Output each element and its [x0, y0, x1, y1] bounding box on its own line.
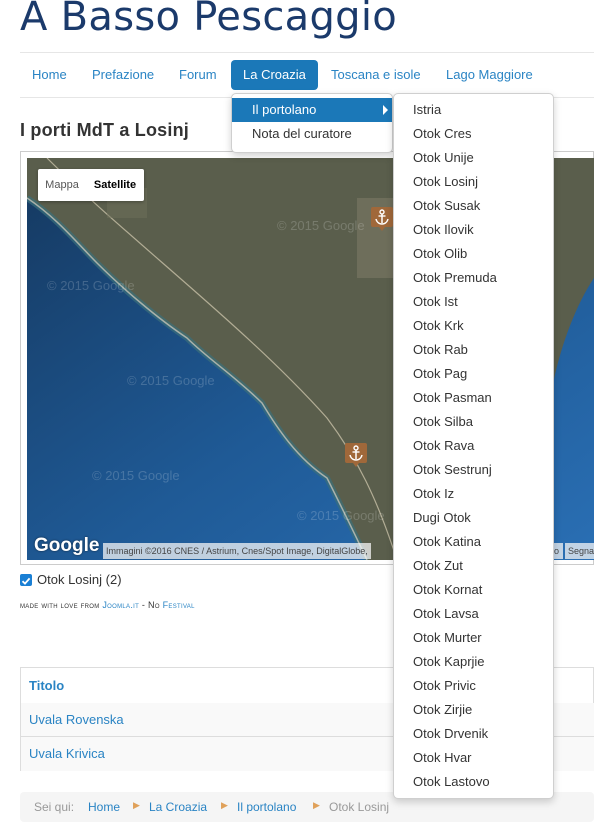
submenu-item[interactable]: Otok Rab	[394, 338, 553, 362]
submenu-item[interactable]: Otok Krk	[394, 314, 553, 338]
anchor-icon[interactable]	[370, 206, 394, 232]
breadcrumb-home[interactable]: Home	[88, 800, 120, 814]
breadcrumb-separator-icon: ▶	[133, 800, 140, 810]
map-type-mappa-button[interactable]: Mappa	[38, 169, 86, 201]
map-watermark: © 2015 Google	[277, 218, 365, 233]
menu-item-label: Il portolano	[252, 102, 317, 117]
submenu-item[interactable]: Otok Unije	[394, 146, 553, 170]
submenu-item[interactable]: Otok Drvenik	[394, 722, 553, 746]
row-link[interactable]: Uvala Rovenska	[29, 712, 124, 727]
portolano-submenu: Istria Otok Cres Otok Unije Otok Losinj Otok…	[393, 93, 554, 799]
submenu-item[interactable]: Otok Kaprjie	[394, 650, 553, 674]
breadcrumb-current: Otok Losinj	[329, 800, 390, 814]
map-watermark: © 2015 Google	[92, 468, 180, 483]
map-watermark: © 2015 Google	[297, 508, 385, 523]
submenu-item[interactable]: Otok Ilovik	[394, 218, 553, 242]
breadcrumb-la-croazia[interactable]: La Croazia	[149, 800, 207, 814]
row-link[interactable]: Uvala Krivica	[29, 746, 105, 761]
site-title[interactable]: A Basso Pescaggio	[20, 0, 397, 40]
map-attribution-link[interactable]: Segna	[565, 543, 594, 559]
footer-credit: made with love from Joomla.it - No Festi…	[20, 600, 195, 610]
checkbox-checked[interactable]	[20, 574, 32, 586]
submenu-item[interactable]: Istria	[394, 98, 553, 122]
map-attribution: Immagini ©2016 CNES / Astrium, Cnes/Spot…	[103, 543, 371, 559]
submenu-item[interactable]: Otok Hvar	[394, 746, 553, 770]
submenu-item[interactable]: Otok Premuda	[394, 266, 553, 290]
breadcrumb-label: Sei qui:	[34, 800, 75, 814]
submenu-item[interactable]: Otok Murter	[394, 626, 553, 650]
festival-link[interactable]: Festival	[163, 600, 195, 610]
map-watermark: © 2015 Google	[47, 278, 135, 293]
submenu-item[interactable]: Otok Pasman	[394, 386, 553, 410]
breadcrumb-il-portolano[interactable]: Il portolano	[237, 800, 296, 814]
menu-item-il-portolano[interactable]: Il portolano	[232, 98, 392, 122]
submenu-item[interactable]: Otok Zut	[394, 554, 553, 578]
map-type-control: Mappa Satellite	[38, 169, 144, 201]
submenu-item[interactable]: Otok Privic	[394, 674, 553, 698]
credit-separator: -	[141, 600, 146, 610]
page-title: I porti MdT a Losinj	[20, 120, 189, 140]
submenu-item[interactable]: Otok Ist	[394, 290, 553, 314]
breadcrumb-separator-icon: ▶	[313, 800, 320, 810]
column-header-titolo[interactable]: Titolo	[29, 678, 64, 693]
submenu-item[interactable]: Otok Lavsa	[394, 602, 553, 626]
credit-no: No	[148, 600, 160, 610]
submenu-item[interactable]: Otok Lastovo	[394, 770, 553, 794]
submenu-item[interactable]: Otok Iz	[394, 482, 553, 506]
la-croazia-dropdown: Il portolano Nota del curatore	[231, 93, 393, 153]
map-type-satellite-button[interactable]: Satellite	[88, 169, 142, 201]
nav-item-forum[interactable]: Forum	[167, 60, 229, 90]
submenu-item[interactable]: Otok Pag	[394, 362, 553, 386]
nav-item-prefazione[interactable]: Prefazione	[80, 60, 166, 90]
submenu-item[interactable]: Otok Cres	[394, 122, 553, 146]
breadcrumb-separator-icon: ▶	[221, 800, 228, 810]
google-logo[interactable]: Google	[34, 535, 99, 557]
nav-item-toscana[interactable]: Toscana e isole	[319, 60, 433, 90]
nav-item-home[interactable]: Home	[20, 60, 79, 90]
submenu-item[interactable]: Otok Losinj	[394, 170, 553, 194]
nav-item-lago-maggiore[interactable]: Lago Maggiore	[434, 60, 545, 90]
joomla-link[interactable]: Joomla.it	[102, 600, 139, 610]
credit-prefix: made with love from	[20, 600, 100, 610]
layer-label: Otok Losinj (2)	[37, 572, 122, 587]
submenu-item[interactable]: Otok Olib	[394, 242, 553, 266]
menu-item-nota-del-curatore[interactable]: Nota del curatore	[232, 122, 392, 146]
submenu-item[interactable]: Otok Sestrunj	[394, 458, 553, 482]
submenu-item[interactable]: Otok Susak	[394, 194, 553, 218]
submenu-item[interactable]: Otok Zirjie	[394, 698, 553, 722]
map-watermark: © 2015 Google	[127, 373, 215, 388]
submenu-item[interactable]: Otok Silba	[394, 410, 553, 434]
submenu-arrow-icon	[383, 105, 388, 115]
submenu-item[interactable]: Otok Katina	[394, 530, 553, 554]
submenu-item[interactable]: Dugi Otok	[394, 506, 553, 530]
title-divider	[20, 52, 594, 53]
anchor-icon[interactable]	[344, 442, 368, 468]
submenu-item[interactable]: Otok Rava	[394, 434, 553, 458]
nav-item-la-croazia[interactable]: La Croazia	[231, 60, 318, 90]
submenu-item[interactable]: Otok Kornat	[394, 578, 553, 602]
